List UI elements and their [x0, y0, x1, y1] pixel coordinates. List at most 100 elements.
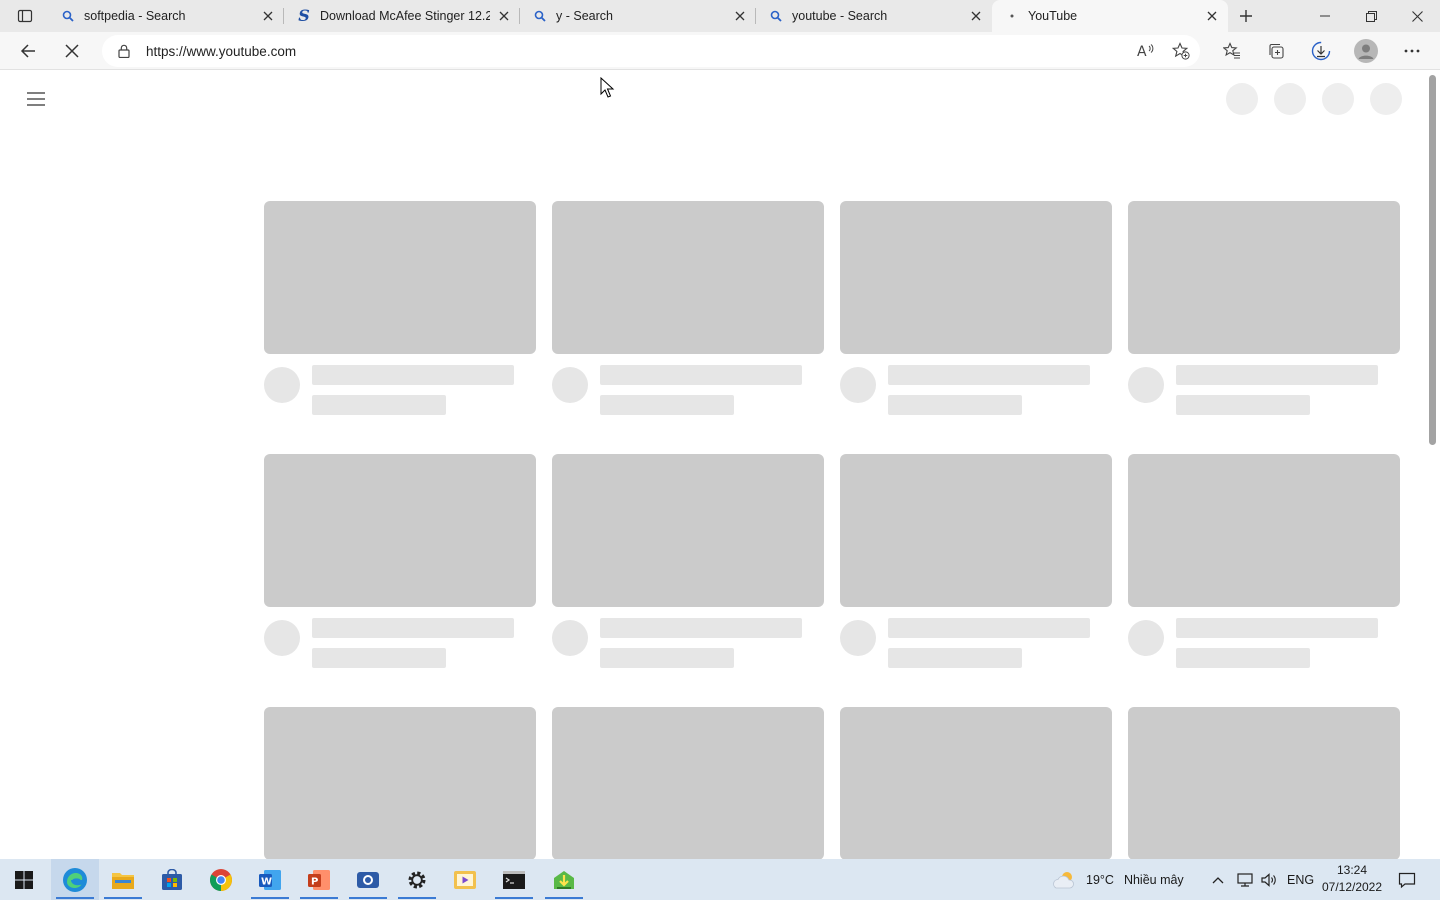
- taskbar-store[interactable]: [148, 859, 196, 900]
- header-placeholder-circle: [1370, 83, 1402, 115]
- taskbar-download-manager[interactable]: [540, 859, 588, 900]
- video-meta-placeholder: [264, 607, 536, 668]
- back-arrow-icon: [20, 44, 35, 58]
- video-card-skeleton: [840, 201, 1112, 415]
- notifications-button[interactable]: [1398, 859, 1416, 900]
- download-manager-icon: [554, 870, 574, 889]
- taskbar-file-explorer[interactable]: [99, 859, 147, 900]
- header-placeholder-circle: [1226, 83, 1258, 115]
- thumbnail-placeholder: [840, 201, 1112, 354]
- guide-menu-button[interactable]: [20, 83, 52, 115]
- taskbar-word[interactable]: W: [246, 859, 294, 900]
- subtitle-line-placeholder: [600, 395, 734, 415]
- tab-title: Download McAfee Stinger 12.2.0: [320, 9, 490, 23]
- network-icon: [1237, 872, 1253, 887]
- close-tab-icon[interactable]: [732, 8, 748, 24]
- close-tab-icon[interactable]: [968, 8, 984, 24]
- show-hidden-icons-button[interactable]: [1212, 859, 1224, 900]
- back-button[interactable]: [12, 35, 44, 67]
- taskbar-terminal[interactable]: [490, 859, 538, 900]
- new-tab-button[interactable]: [1233, 4, 1259, 28]
- weather-condition: Nhiều mây: [1123, 872, 1184, 887]
- tab-youtube-search[interactable]: youtube - Search: [756, 0, 992, 32]
- video-card-skeleton: [264, 201, 536, 415]
- thumbnail-placeholder: [840, 707, 1112, 859]
- video-meta-placeholder: [1128, 354, 1400, 415]
- language-indicator[interactable]: ENG: [1287, 859, 1314, 900]
- thumbnail-placeholder: [264, 707, 536, 859]
- url-input[interactable]: [146, 43, 1046, 59]
- video-meta-placeholder: [264, 354, 536, 415]
- video-skeleton-grid: [264, 201, 1400, 859]
- channel-avatar-placeholder: [264, 367, 300, 403]
- download-icon: [1311, 41, 1331, 61]
- chevron-up-icon: [1212, 876, 1224, 883]
- collections-button[interactable]: [1260, 35, 1292, 67]
- header-placeholder-group: [1226, 83, 1402, 115]
- video-card-skeleton: [552, 707, 824, 859]
- thumbnail-placeholder: [1128, 201, 1400, 354]
- video-card-skeleton: [264, 707, 536, 859]
- taskbar-camera[interactable]: [344, 859, 392, 900]
- taskbar-edge[interactable]: [51, 859, 99, 900]
- browser-toolbar: A: [0, 32, 1440, 70]
- header-placeholder-circle: [1322, 83, 1354, 115]
- title-line-placeholder: [888, 365, 1090, 385]
- profile-button[interactable]: [1350, 35, 1382, 67]
- clock-time: 13:24: [1336, 863, 1368, 877]
- svg-text:P: P: [311, 876, 318, 887]
- video-card-skeleton: [264, 454, 536, 668]
- taskbar-clock[interactable]: 13:24 07/12/2022: [1316, 862, 1388, 896]
- page-scrollbar[interactable]: [1429, 75, 1436, 445]
- favorites-star-list-icon: [1223, 42, 1240, 59]
- stop-loading-button[interactable]: [56, 35, 88, 67]
- read-aloud-icon[interactable]: A: [1130, 35, 1162, 67]
- subtitle-line-placeholder: [312, 648, 446, 668]
- hamburger-icon: [27, 92, 45, 106]
- channel-avatar-placeholder: [1128, 620, 1164, 656]
- file-explorer-icon: [112, 872, 134, 889]
- taskbar-chrome[interactable]: [197, 859, 245, 900]
- youtube-page: [0, 71, 1440, 859]
- tab-title: y - Search: [556, 9, 613, 23]
- close-tab-icon[interactable]: [1204, 8, 1220, 24]
- close-window-button[interactable]: [1394, 0, 1440, 32]
- address-bar[interactable]: A: [102, 35, 1200, 67]
- network-button[interactable]: [1236, 859, 1254, 900]
- start-button[interactable]: [0, 859, 48, 900]
- restore-button[interactable]: [1348, 0, 1394, 32]
- title-line-placeholder: [600, 365, 802, 385]
- tab-softpedia-search[interactable]: softpedia - Search: [48, 0, 284, 32]
- weather-widget[interactable]: 19°C Nhiều mây: [1052, 859, 1184, 900]
- downloads-button[interactable]: [1305, 35, 1337, 67]
- thumbnail-placeholder: [840, 454, 1112, 607]
- taskbar-media-player[interactable]: [441, 859, 489, 900]
- settings-more-button[interactable]: [1396, 35, 1428, 67]
- tab-mcafee-stinger[interactable]: S Download McAfee Stinger 12.2.0: [284, 0, 520, 32]
- channel-avatar-placeholder: [552, 620, 588, 656]
- windows-taskbar: W P 19°C Nhiều mây ENG 13:24 07/12/2022: [0, 859, 1440, 900]
- taskbar-powerpoint[interactable]: P: [295, 859, 343, 900]
- title-line-placeholder: [1176, 618, 1378, 638]
- collections-icon: [1269, 43, 1284, 59]
- notification-icon: [1398, 872, 1416, 888]
- close-tab-icon[interactable]: [260, 8, 276, 24]
- tab-y-search[interactable]: y - Search: [520, 0, 756, 32]
- favorites-button[interactable]: [1216, 35, 1248, 67]
- tab-title: youtube - Search: [792, 9, 888, 23]
- tab-youtube[interactable]: YouTube: [992, 0, 1228, 32]
- volume-button[interactable]: [1260, 859, 1278, 900]
- add-favorite-icon[interactable]: [1165, 35, 1197, 67]
- camera-app-icon: [357, 871, 379, 888]
- volume-icon: [1261, 872, 1276, 887]
- close-tab-icon[interactable]: [496, 8, 512, 24]
- video-card-skeleton: [552, 454, 824, 668]
- video-card-skeleton: [1128, 454, 1400, 668]
- lock-icon[interactable]: [102, 35, 146, 67]
- avatar-icon: [1354, 39, 1378, 63]
- tab-actions-button[interactable]: [8, 4, 42, 28]
- minimize-button[interactable]: [1302, 0, 1348, 32]
- subtitle-line-placeholder: [1176, 395, 1310, 415]
- video-meta-placeholder: [552, 354, 824, 415]
- taskbar-settings[interactable]: [393, 859, 441, 900]
